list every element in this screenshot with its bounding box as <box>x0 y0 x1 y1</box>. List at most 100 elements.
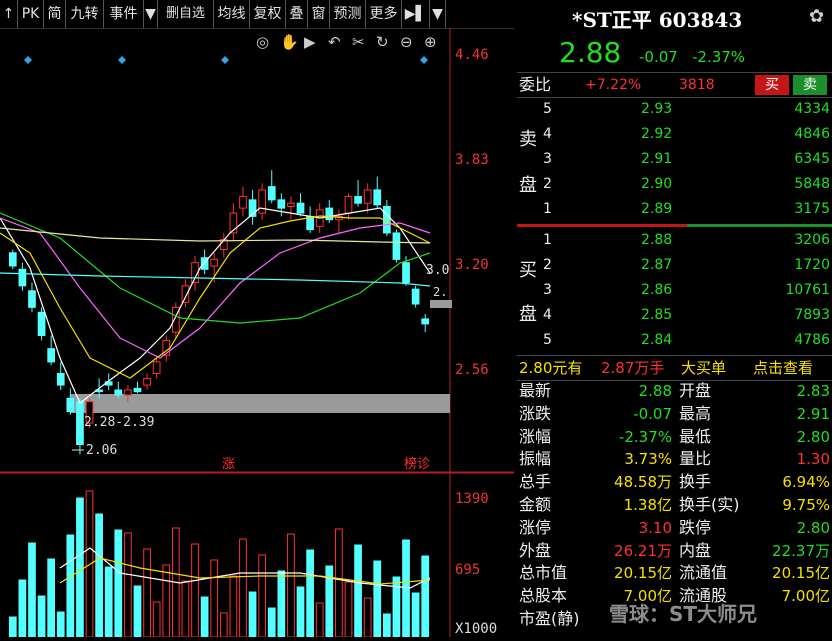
bids-level: 4 <box>543 307 552 323</box>
candle-body <box>373 189 382 206</box>
volume-bar <box>296 586 305 638</box>
sell-button[interactable]: 卖 <box>793 75 827 95</box>
chart-tool-icon[interactable]: ◎ <box>256 33 269 51</box>
volume-bar <box>344 581 353 638</box>
stat-value: 20.15亿 <box>614 564 672 583</box>
stat-label: 最新 <box>519 381 552 400</box>
stat-row: 涨幅 -2.37% 最低 2.80 <box>517 426 832 448</box>
bids-row[interactable]: 1 2.88 3206 <box>517 228 832 252</box>
toolbar-item-13[interactable]: ▶▌ <box>402 0 430 28</box>
quote-panel: *ST正平 603843 ✿ 2.88 -0.07 -2.37% 委比 +7.2… <box>517 0 832 637</box>
toolbar-item-4[interactable]: 事件 <box>104 0 144 28</box>
candle-body <box>402 262 410 284</box>
volume-bar <box>133 585 142 638</box>
book-divider-green <box>687 224 832 227</box>
toolbar-item-10[interactable]: 窗 <box>308 0 330 28</box>
asks-row[interactable]: 1 2.89 3175 <box>517 197 832 221</box>
stat-label: 总股本 <box>519 586 568 606</box>
volume-bar <box>354 544 362 638</box>
bids-level: 5 <box>543 332 552 348</box>
candle-body <box>114 389 123 396</box>
bids-level: 3 <box>543 282 552 298</box>
candle-body <box>258 189 267 214</box>
candle-body <box>325 207 334 221</box>
event-marker-icon[interactable] <box>24 56 32 64</box>
settings-icon[interactable]: ✿ <box>809 6 824 27</box>
volume-bar <box>18 579 27 638</box>
candle-body <box>47 348 56 363</box>
candle-body <box>287 202 295 207</box>
zhang-marker[interactable]: 涨 <box>222 457 235 472</box>
volume-bar <box>315 602 324 638</box>
asks-row[interactable]: 2 2.90 5848 <box>517 172 832 196</box>
bids-price: 2.86 <box>641 282 673 298</box>
toolbar-item-0[interactable]: ↑ <box>0 0 18 28</box>
ma20-line <box>0 217 431 359</box>
volume-bar <box>411 592 420 638</box>
buy-button[interactable]: 买 <box>755 75 789 95</box>
toolbar-item-7[interactable]: 均线 <box>214 0 250 28</box>
chart-tool-icon[interactable]: ⊕ <box>424 33 437 51</box>
toolbar-item-8[interactable]: 复权 <box>250 0 286 28</box>
toolbar-item-9[interactable]: 叠 <box>286 0 308 28</box>
asks-level: 3 <box>543 151 552 167</box>
toolbar-item-12[interactable]: 更多 <box>366 0 402 28</box>
bids-row[interactable]: 3 2.86 10761 <box>517 278 832 302</box>
volume-bar <box>306 549 314 638</box>
bangzhen-marker[interactable]: 榜诊 <box>404 456 430 472</box>
event-marker-icon[interactable] <box>221 56 229 64</box>
toolbar-item-5[interactable]: ▼ <box>144 0 158 28</box>
price-tag-band <box>430 300 452 308</box>
chart-tool-icon[interactable]: ✂ <box>352 33 365 51</box>
toolbar-item-2[interactable]: 简 <box>44 0 66 28</box>
last-price-tag: 3.0 <box>426 263 449 278</box>
stat-label: 外盘 <box>519 540 552 560</box>
toolbar-item-3[interactable]: 九转 <box>66 0 104 28</box>
toolbar-item-6[interactable]: 删自选 <box>158 0 214 28</box>
stat-row: 总市值 20.15亿 流通值 20.15亿 <box>517 562 832 584</box>
toolbar-item-14[interactable]: ▼ <box>430 0 446 28</box>
stat-value: 6.94% <box>782 473 830 492</box>
volume-bar <box>124 532 132 638</box>
asks-row[interactable]: 5 2.93 4334 <box>517 97 832 121</box>
bids-volume: 1720 <box>794 257 830 273</box>
bids-row[interactable]: 5 2.84 4786 <box>517 328 832 352</box>
chart-tool-icon[interactable]: ▶ <box>304 33 316 51</box>
big-order-amount: 2.87万手 <box>601 359 665 377</box>
chart-tool-icon[interactable]: ⊖ <box>400 33 413 51</box>
event-marker-icon[interactable] <box>118 56 126 64</box>
asks-row[interactable]: 3 2.91 6345 <box>517 147 832 171</box>
toolbar-item-1[interactable]: PK <box>18 0 44 28</box>
asks-row[interactable]: 4 2.92 4846 <box>517 122 832 146</box>
volume-bar <box>8 616 17 638</box>
chart-tool-icon[interactable]: ↶ <box>328 33 341 51</box>
candle-body <box>277 199 286 209</box>
bids-row[interactable]: 2 2.87 1720 <box>517 253 832 277</box>
big-order-link[interactable]: 点击查看 <box>753 356 813 380</box>
candle-body <box>143 377 151 386</box>
bids-row[interactable]: 4 2.85 7893 <box>517 303 832 327</box>
stat-row: 振幅 3.73% 量比 1.30 <box>517 448 832 470</box>
toolbar-item-11[interactable]: 预测 <box>330 0 366 28</box>
stat-value: 2.83 <box>796 382 830 400</box>
kline-chart[interactable]: ◎ ✋ ▶ ↶ ✂ ↻ ⊖ ⊕ 4.46 3.83 3.20 2.56 1390 695 X1000 2.28… <box>0 28 514 638</box>
event-marker-icon[interactable] <box>420 56 428 64</box>
stat-row: 最新 2.88 开盘 2.83 <box>517 380 832 402</box>
volume-bar <box>219 612 228 638</box>
low-annotation: 2.06 <box>86 443 117 458</box>
stat-label: 金额 <box>519 495 552 514</box>
ma30-line <box>0 212 431 324</box>
stat-value: -0.07 <box>633 404 672 423</box>
asks-level: 4 <box>543 126 552 142</box>
last-price-tag-2: 2. <box>433 285 447 299</box>
watermark: 雪球：ST大师兄 <box>609 602 758 626</box>
stat-label: 最高 <box>679 403 712 423</box>
chart-tool-icon[interactable]: ✋ <box>280 33 299 51</box>
weibi-label: 委比 <box>519 75 552 94</box>
volume-axis-label: 1390 <box>455 491 489 507</box>
chart-tool-icon[interactable]: ↻ <box>376 33 389 51</box>
candle-body <box>37 311 46 336</box>
asks-price: 2.93 <box>641 101 673 117</box>
asks-price: 2.91 <box>641 151 673 167</box>
stat-label: 跌停 <box>679 517 712 537</box>
